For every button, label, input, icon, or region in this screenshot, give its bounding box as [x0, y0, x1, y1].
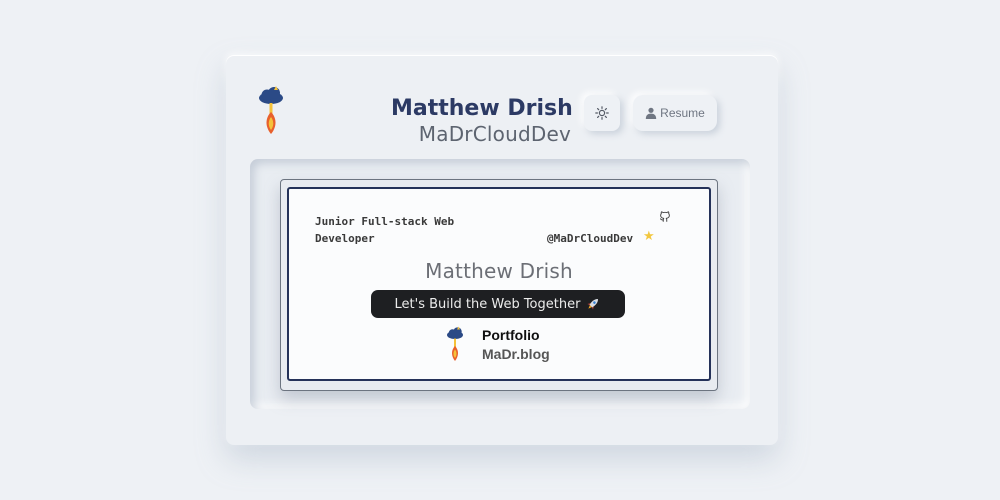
github-handle[interactable]: @MaDrCloudDev	[547, 230, 633, 247]
user-icon	[645, 107, 657, 119]
job-title: Junior Full-stack Web Developer	[315, 215, 455, 245]
header-name: Matthew Drish	[391, 96, 573, 121]
portfolio-label: Portfolio	[482, 327, 540, 343]
theme-toggle-button[interactable]	[584, 95, 620, 131]
tagline-pill: Let's Build the Web Together	[371, 290, 625, 318]
resume-label: Resume	[660, 106, 705, 120]
card-name: Matthew Drish	[425, 259, 573, 283]
profile-window: Matthew Drish MaDrCloudDev Resume Junior…	[226, 55, 778, 445]
sun-icon	[595, 106, 609, 120]
rocket-icon	[587, 299, 599, 310]
business-card: Junior Full-stack Web Developer @MaDrClo…	[287, 187, 711, 381]
cloud-rocket-logo-icon[interactable]	[256, 85, 286, 137]
resume-button[interactable]: Resume	[633, 95, 717, 131]
tagline-text: Let's Build the Web Together	[394, 296, 581, 312]
business-card-frame: Junior Full-stack Web Developer @MaDrClo…	[280, 179, 718, 391]
portfolio-link[interactable]: MaDr.blog	[482, 346, 550, 362]
cloud-rocket-logo-icon-small	[447, 326, 463, 361]
header-identity: Matthew Drish MaDrCloudDev	[391, 96, 573, 146]
github-icon[interactable]	[658, 209, 672, 223]
star-icon: ★	[643, 229, 655, 244]
header-handle: MaDrCloudDev	[418, 122, 571, 146]
card-tray: Junior Full-stack Web Developer @MaDrClo…	[250, 159, 750, 409]
